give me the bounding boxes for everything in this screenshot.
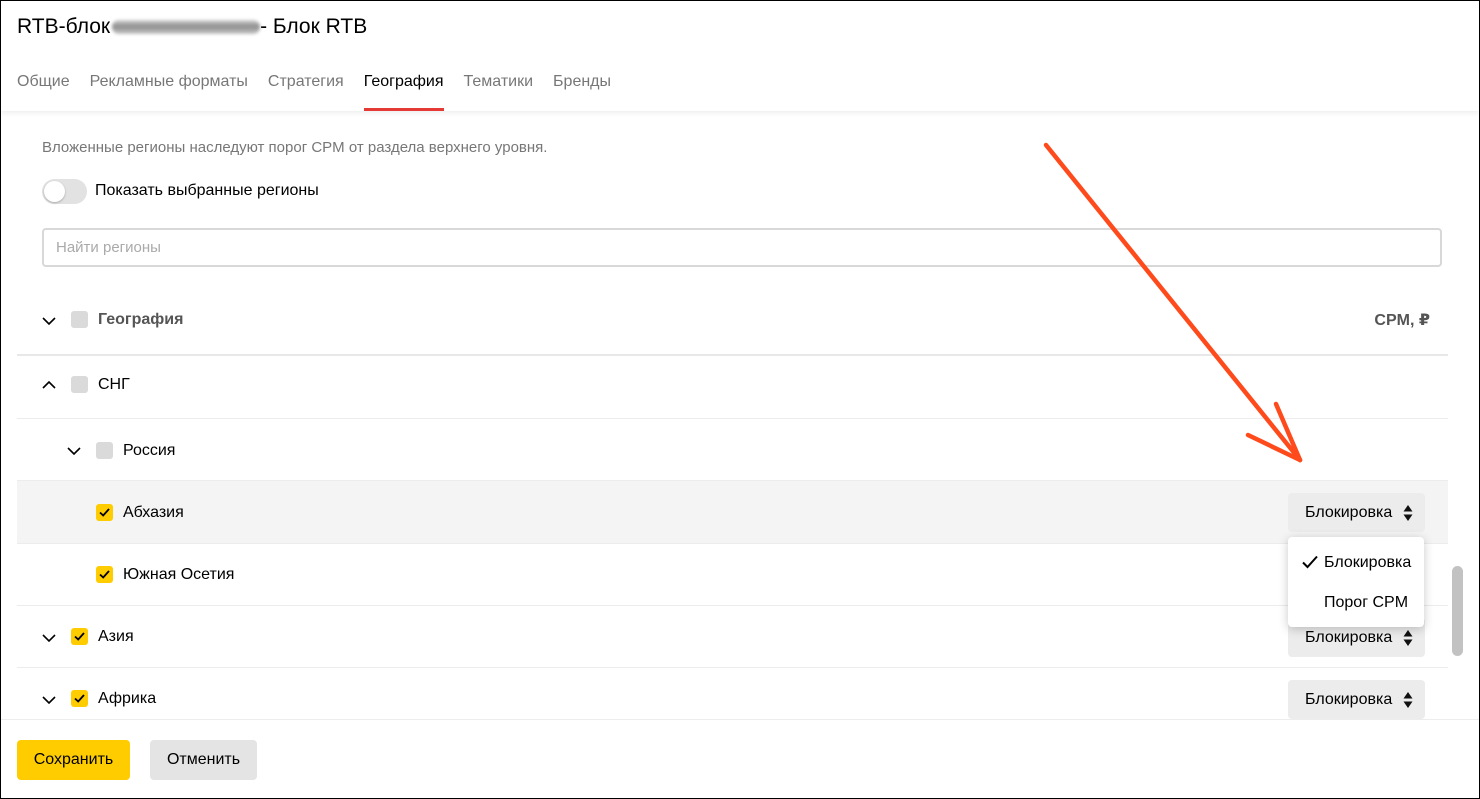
region-checkbox[interactable] (71, 690, 88, 707)
chevron-down-icon[interactable] (40, 629, 58, 647)
region-label: Азия (98, 628, 134, 645)
geography-header-label: География (98, 311, 184, 328)
region-row-asia: Азия (17, 606, 1448, 668)
region-row-africa: Африка (17, 668, 1448, 719)
region-label: СНГ (98, 376, 130, 393)
dropdown-option-label: Блокировка (1324, 554, 1412, 571)
redacted-name (112, 20, 261, 34)
sort-arrows-icon (1403, 630, 1413, 646)
select-value: Блокировка (1305, 628, 1393, 646)
check-icon (1302, 555, 1318, 569)
sort-arrows-icon (1403, 692, 1413, 708)
region-checkbox[interactable] (96, 442, 113, 459)
page-title: RTB-блок - Блок RTB (17, 15, 367, 39)
tab-strategy[interactable]: Стратегия (268, 73, 344, 111)
select-value: Блокировка (1305, 503, 1393, 521)
app-window: RTB-блок - Блок RTB Общие Рекламные форм… (0, 0, 1480, 799)
cpm-mode-select-abkhazia[interactable]: Блокировка (1288, 493, 1425, 532)
region-checkbox[interactable] (96, 504, 113, 521)
show-selected-label: Показать выбранные регионы (95, 182, 319, 199)
region-label: Абхазия (123, 504, 184, 521)
select-value: Блокировка (1305, 690, 1393, 708)
tab-topics[interactable]: Тематики (464, 73, 534, 111)
toggle-knob (44, 181, 65, 202)
table-header: География CPM, ₽ (17, 286, 1448, 356)
select-all-checkbox[interactable] (71, 311, 88, 328)
region-label: Африка (98, 690, 157, 707)
dropdown-option-block[interactable]: Блокировка (1288, 545, 1424, 581)
sort-arrows-icon (1403, 505, 1413, 521)
region-row-russia: Россия (17, 419, 1448, 481)
cancel-button[interactable]: Отменить (150, 740, 257, 780)
tab-ad-formats[interactable]: Рекламные форматы (90, 73, 248, 111)
chevron-down-icon[interactable] (65, 442, 83, 460)
region-row-sng: СНГ (17, 356, 1448, 419)
chevron-down-icon[interactable] (40, 691, 58, 709)
tab-bar: Общие Рекламные форматы Стратегия Геогра… (17, 73, 631, 111)
save-button[interactable]: Сохранить (17, 740, 130, 780)
show-selected-toggle[interactable] (42, 179, 87, 204)
chevron-up-icon[interactable] (40, 376, 58, 394)
region-checkbox[interactable] (96, 566, 113, 583)
region-search-input[interactable] (42, 228, 1442, 267)
tab-geography[interactable]: География (363, 73, 444, 111)
title-suffix: - Блок RTB (260, 15, 368, 38)
tab-general[interactable]: Общие (17, 73, 70, 111)
region-checkbox[interactable] (71, 628, 88, 645)
dropdown-option-cpm-threshold[interactable]: Порог CPM (1288, 585, 1424, 621)
chevron-down-icon[interactable] (40, 312, 58, 330)
scrollbar-thumb[interactable] (1452, 566, 1463, 656)
region-label: Россия (123, 442, 176, 459)
cpm-mode-select-africa[interactable]: Блокировка (1288, 680, 1425, 719)
region-row-south-ossetia: Южная Осетия (17, 544, 1448, 606)
geography-panel: Вложенные регионы наследуют порог CPM от… (1, 111, 1479, 719)
title-prefix: RTB-блок (17, 15, 111, 38)
region-checkbox[interactable] (71, 376, 88, 393)
cpm-mode-dropdown: Блокировка Порог CPM (1288, 537, 1424, 627)
form-footer: Сохранить Отменить (1, 719, 1479, 798)
region-row-abkhazia: Абхазия (17, 481, 1448, 544)
dropdown-option-label: Порог CPM (1324, 594, 1409, 611)
page-header: RTB-блок - Блок RTB Общие Рекламные форм… (1, 1, 1479, 111)
cpm-column-header: CPM, ₽ (1374, 312, 1430, 329)
region-label: Южная Осетия (123, 566, 235, 583)
tab-brands[interactable]: Бренды (553, 73, 611, 111)
inheritance-note: Вложенные регионы наследуют порог CPM от… (42, 139, 548, 156)
